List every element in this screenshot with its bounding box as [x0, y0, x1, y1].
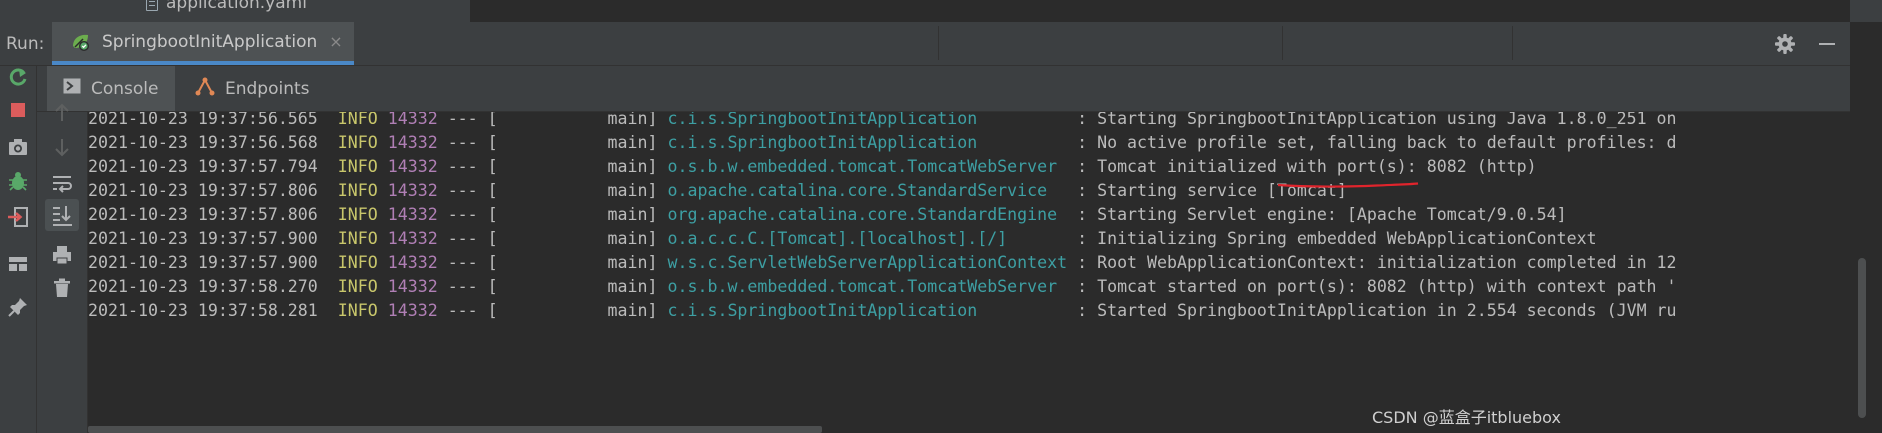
console-icon: [63, 78, 81, 99]
run-subtabs: Console Endpoints: [37, 66, 1850, 112]
log-line: 2021-10-23 19:37:57.900 INFO 14332 --- […: [88, 253, 1677, 272]
watermark: CSDN @蓝盒子itbluebox: [1372, 408, 1561, 427]
minimize-icon[interactable]: [1814, 31, 1840, 57]
layout-icon[interactable]: [5, 251, 31, 277]
log-line: 2021-10-23 19:37:56.568 INFO 14332 --- […: [88, 133, 1677, 152]
gear-icon[interactable]: [1772, 31, 1798, 57]
run-left-toolbar: [0, 66, 37, 433]
console-output[interactable]: 2021-10-23 19:37:56.565 INFO 14332 --- […: [88, 112, 1850, 433]
red-underline-annotation: [1277, 182, 1419, 188]
vertical-scroll-track: [1850, 22, 1882, 433]
log-line: 2021-10-23 19:37:58.281 INFO 14332 --- […: [88, 301, 1677, 320]
header-separator: [1282, 26, 1283, 60]
tree-item-application-yaml[interactable]: application.yaml: [146, 0, 307, 14]
log-line: 2021-10-23 19:37:57.806 INFO 14332 --- […: [88, 181, 1347, 200]
run-config-tab[interactable]: SpringbootInitApplication ×: [52, 22, 354, 65]
editor-area: [470, 0, 1850, 22]
tree-item-label: application.yaml: [166, 0, 307, 13]
horizontal-scrollbar[interactable]: [88, 426, 822, 433]
stop-icon[interactable]: [5, 97, 31, 123]
tab-endpoints[interactable]: Endpoints: [185, 66, 310, 111]
log-line: 2021-10-23 19:37:57.794 INFO 14332 --- […: [88, 157, 1537, 176]
run-tool-window-header: Run: SpringbootInitApplication ×: [0, 22, 1850, 66]
debug-icon[interactable]: [5, 168, 31, 194]
log-line: 2021-10-23 19:37:57.806 INFO 14332 --- […: [88, 205, 1567, 224]
run-config-tab-label: SpringbootInitApplication: [102, 31, 318, 52]
yaml-file-icon: [146, 0, 158, 11]
tab-console-label: Console: [91, 78, 159, 99]
vertical-scrollbar[interactable]: [1858, 258, 1866, 418]
log-line: 2021-10-23 19:37:56.565 INFO 14332 --- […: [88, 112, 1677, 128]
soft-wrap-icon[interactable]: [49, 170, 75, 196]
trash-icon[interactable]: [49, 275, 75, 301]
spring-boot-icon: [70, 31, 92, 53]
project-tree-strip: application.yaml: [0, 0, 1882, 22]
run-label: Run:: [6, 34, 45, 54]
header-separator: [938, 26, 939, 60]
down-arrow-icon[interactable]: [49, 134, 75, 160]
camera-icon[interactable]: [5, 134, 31, 160]
endpoints-icon: [195, 76, 215, 101]
rerun-icon[interactable]: [5, 64, 31, 90]
log-line: 2021-10-23 19:37:58.270 INFO 14332 --- […: [88, 277, 1677, 296]
pin-icon[interactable]: [5, 294, 31, 320]
scroll-to-end-icon[interactable]: [45, 199, 79, 231]
up-arrow-icon[interactable]: [49, 100, 75, 126]
login-icon[interactable]: [5, 204, 31, 230]
header-separator: [1512, 26, 1513, 60]
print-icon[interactable]: [49, 242, 75, 268]
close-tab-icon[interactable]: ×: [329, 32, 342, 51]
console-toolbar: [37, 103, 88, 433]
tab-endpoints-label: Endpoints: [225, 78, 310, 99]
log-line: 2021-10-23 19:37:57.900 INFO 14332 --- […: [88, 229, 1597, 248]
